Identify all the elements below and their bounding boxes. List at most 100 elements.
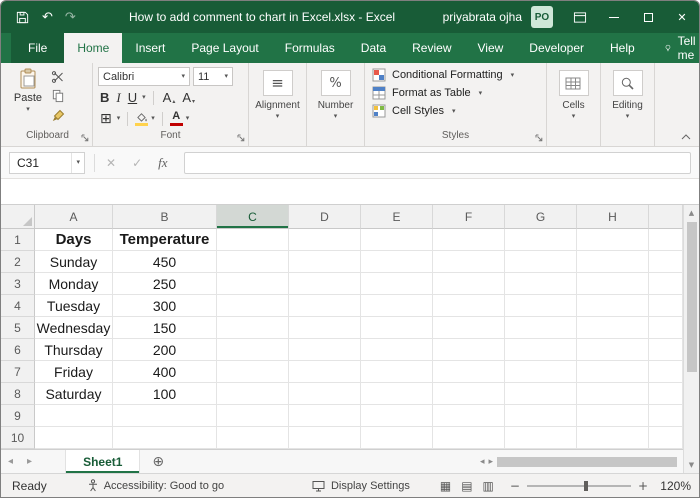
cell-H7[interactable] (577, 361, 649, 383)
tab-formulas[interactable]: Formulas (272, 33, 348, 63)
cell-G1[interactable] (505, 229, 577, 251)
scroll-up-icon[interactable]: ▲ (689, 205, 694, 221)
cell-G4[interactable] (505, 295, 577, 317)
row-header-4[interactable]: 4 (1, 295, 35, 317)
font-color-caret-icon[interactable]: ▾ (186, 115, 190, 122)
zoom-slider-thumb[interactable] (584, 481, 588, 491)
avatar[interactable]: PO (531, 6, 553, 28)
number-caret-icon[interactable]: ▾ (334, 113, 338, 120)
decrease-font-button[interactable]: A▾ (180, 90, 197, 105)
alignment-button[interactable]: ≡ (263, 70, 293, 96)
tab-help[interactable]: Help (597, 33, 648, 63)
page-break-view-button[interactable]: ▥ (483, 479, 494, 493)
cell-F10[interactable] (433, 427, 505, 449)
cut-button[interactable] (51, 69, 77, 85)
cell-F6[interactable] (433, 339, 505, 361)
cell-C6[interactable] (217, 339, 289, 361)
tab-developer[interactable]: Developer (516, 33, 597, 63)
row-header-10[interactable]: 10 (1, 427, 35, 449)
row-header-7[interactable]: 7 (1, 361, 35, 383)
horizontal-scroll-thumb[interactable] (497, 457, 677, 467)
undo-icon[interactable]: ↶ (42, 11, 53, 24)
confirm-entry-icon[interactable]: ✓ (132, 156, 142, 170)
underline-button[interactable]: U (126, 90, 139, 105)
cell-G2[interactable] (505, 251, 577, 273)
clipboard-dialog-launcher[interactable] (81, 134, 89, 142)
cell-F7[interactable] (433, 361, 505, 383)
vertical-scrollbar[interactable]: ▲ ▼ (683, 205, 699, 473)
tab-insert[interactable]: Insert (122, 33, 178, 63)
row-header-6[interactable]: 6 (1, 339, 35, 361)
font-size-select[interactable]: 11 ▾ (193, 67, 233, 86)
column-header-C[interactable]: C (217, 205, 289, 229)
cell-B4[interactable]: 300 (113, 295, 217, 317)
underline-caret-icon[interactable]: ▾ (142, 94, 146, 101)
format-as-table-button[interactable]: Format as Table ▾ (370, 84, 541, 102)
collapse-ribbon-icon[interactable] (681, 134, 691, 140)
tell-me-box[interactable]: Tell me (664, 33, 700, 63)
number-format-button[interactable]: % (321, 70, 351, 96)
column-header-D[interactable]: D (289, 205, 361, 229)
cell-D7[interactable] (289, 361, 361, 383)
cell-D8[interactable] (289, 383, 361, 405)
formula-input[interactable] (184, 152, 691, 174)
cell-E1[interactable] (361, 229, 433, 251)
row-header-8[interactable]: 8 (1, 383, 35, 405)
cell-A1[interactable]: Days (35, 229, 113, 251)
cell-E2[interactable] (361, 251, 433, 273)
cells-button[interactable] (559, 70, 589, 96)
ribbon-display-options-button[interactable] (563, 1, 597, 33)
cell-E3[interactable] (361, 273, 433, 295)
cell-H5[interactable] (577, 317, 649, 339)
cell-G10[interactable] (505, 427, 577, 449)
row-header-1[interactable]: 1 (1, 229, 35, 251)
redo-icon[interactable]: ↷ (65, 11, 76, 24)
cell-D4[interactable] (289, 295, 361, 317)
tab-home[interactable]: Home (64, 33, 122, 63)
cell-H6[interactable] (577, 339, 649, 361)
tab-page-layout[interactable]: Page Layout (178, 33, 271, 63)
cell-G9[interactable] (505, 405, 577, 427)
cell-H10[interactable] (577, 427, 649, 449)
cell-E5[interactable] (361, 317, 433, 339)
cell-C2[interactable] (217, 251, 289, 273)
cell-E9[interactable] (361, 405, 433, 427)
editing-button[interactable] (613, 70, 643, 96)
cell-G8[interactable] (505, 383, 577, 405)
fill-color-caret-icon[interactable]: ▾ (151, 115, 155, 122)
cell-H1[interactable] (577, 229, 649, 251)
cell-E6[interactable] (361, 339, 433, 361)
cell-A5[interactable]: Wednesday (35, 317, 113, 339)
scroll-left-icon[interactable]: ◂ (480, 457, 485, 467)
cell-B6[interactable]: 200 (113, 339, 217, 361)
cell-styles-button[interactable]: Cell Styles ▾ (370, 102, 541, 120)
cell-C8[interactable] (217, 383, 289, 405)
tab-view[interactable]: View (465, 33, 517, 63)
cell-D5[interactable] (289, 317, 361, 339)
cell-A7[interactable]: Friday (35, 361, 113, 383)
borders-caret-icon[interactable]: ▾ (117, 115, 121, 122)
bold-button[interactable]: B (98, 90, 111, 105)
cell-G5[interactable] (505, 317, 577, 339)
cell-C7[interactable] (217, 361, 289, 383)
font-name-select[interactable]: Calibri ▾ (98, 67, 190, 86)
cell-A6[interactable]: Thursday (35, 339, 113, 361)
cell-C5[interactable] (217, 317, 289, 339)
tab-data[interactable]: Data (348, 33, 399, 63)
row-header-9[interactable]: 9 (1, 405, 35, 427)
sheet-tab-sheet1[interactable]: Sheet1 (65, 450, 140, 473)
copy-button[interactable] (51, 88, 77, 104)
maximize-button[interactable] (631, 1, 665, 33)
cell-G6[interactable] (505, 339, 577, 361)
cell-D9[interactable] (289, 405, 361, 427)
cell-H2[interactable] (577, 251, 649, 273)
cell-B2[interactable]: 450 (113, 251, 217, 273)
cell-F8[interactable] (433, 383, 505, 405)
name-box[interactable]: C31 ▾ (9, 152, 85, 174)
cell-F5[interactable] (433, 317, 505, 339)
cell-B8[interactable]: 100 (113, 383, 217, 405)
zoom-in-button[interactable]: + (638, 479, 648, 493)
italic-button[interactable]: I (114, 90, 122, 106)
cell-C10[interactable] (217, 427, 289, 449)
minimize-button[interactable] (597, 1, 631, 33)
